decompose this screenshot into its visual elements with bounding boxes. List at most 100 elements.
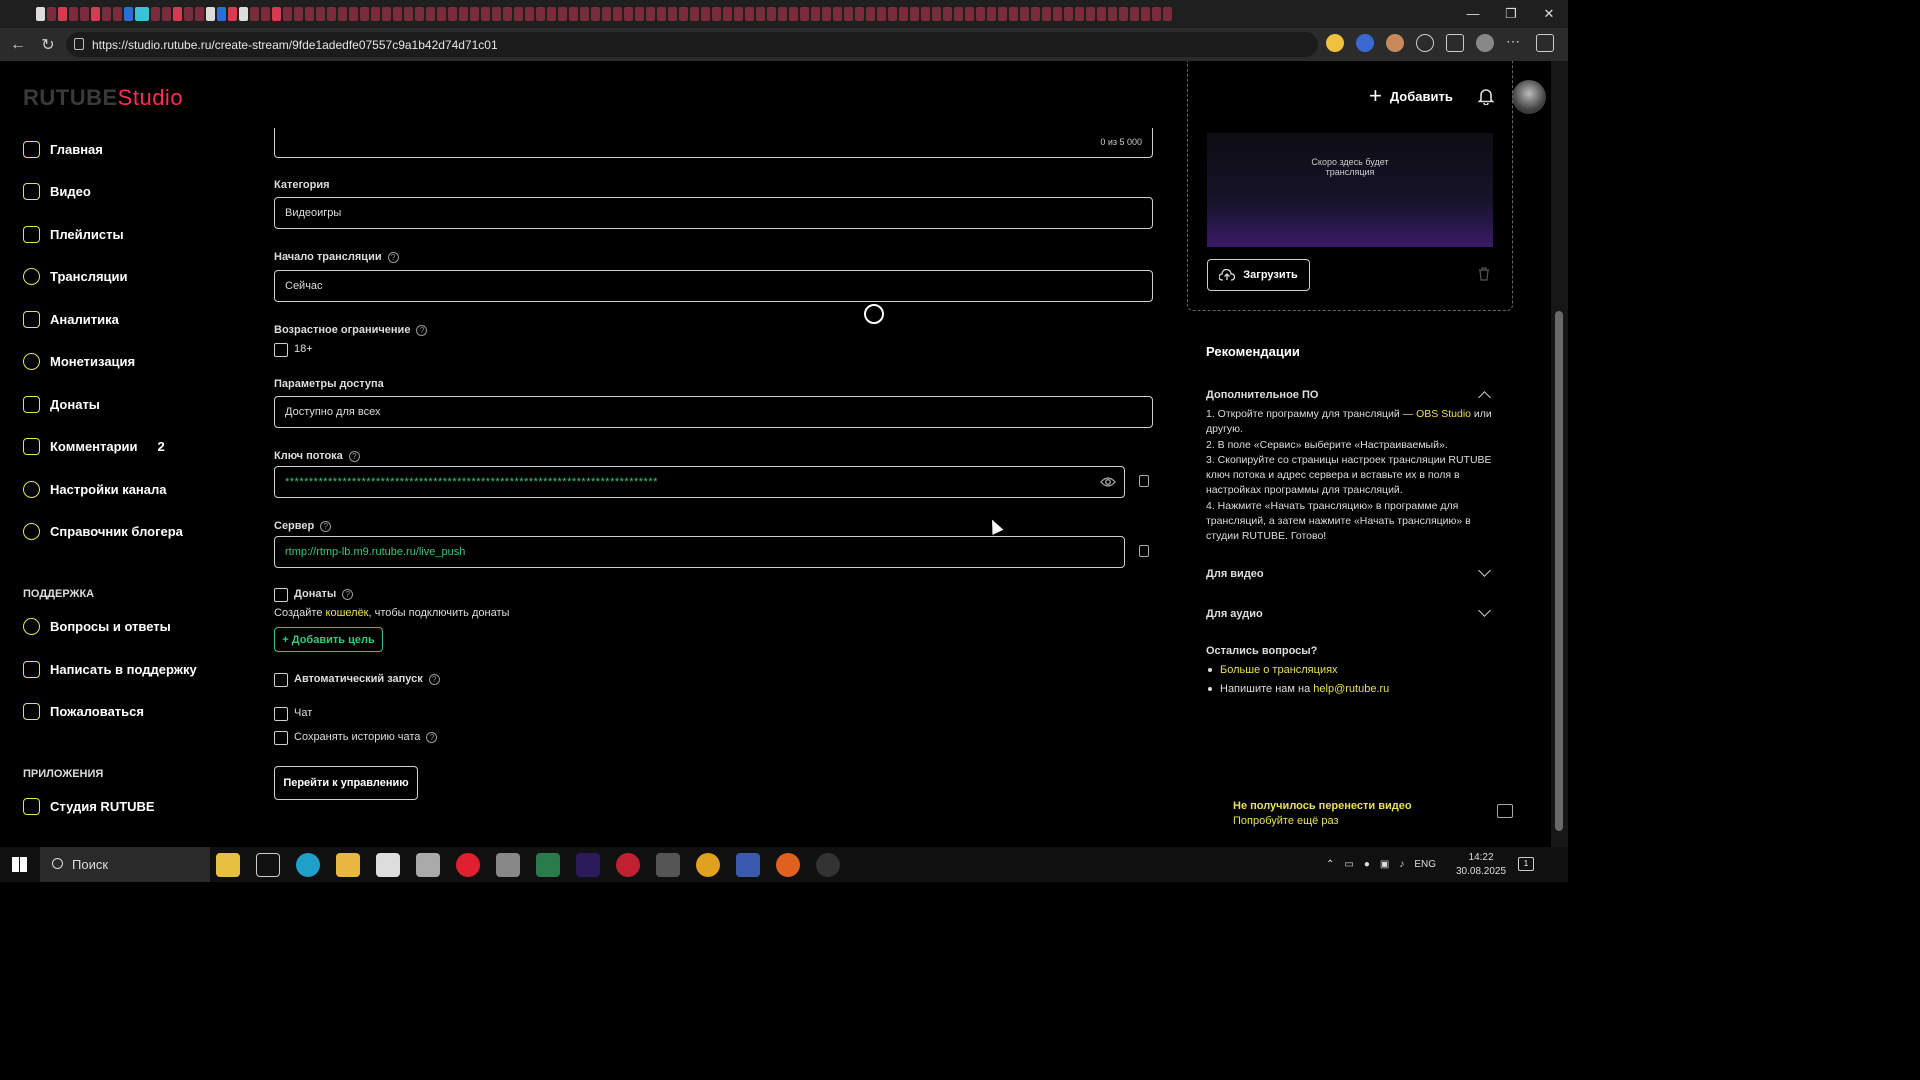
browser-tab-favicon[interactable] bbox=[426, 7, 435, 21]
address-bar[interactable]: https://studio.rutube.ru/create-stream/9… bbox=[66, 32, 1318, 57]
browser-tab-favicon[interactable] bbox=[135, 7, 149, 21]
browser-tab-favicon[interactable] bbox=[921, 7, 930, 21]
browser-tab-favicon[interactable] bbox=[102, 7, 111, 21]
browser-tab-favicon[interactable] bbox=[657, 7, 666, 21]
browser-tab-favicon[interactable] bbox=[1130, 7, 1139, 21]
age-18-checkbox[interactable] bbox=[274, 343, 288, 357]
browser-tab-favicon[interactable] bbox=[80, 7, 89, 21]
category-select[interactable]: Видеоигры bbox=[274, 197, 1153, 229]
browser-tab-favicon[interactable] bbox=[36, 7, 45, 21]
browser-tab-favicon[interactable] bbox=[206, 7, 215, 21]
browser-tab-favicon[interactable] bbox=[503, 7, 512, 21]
browser-tab-favicon[interactable] bbox=[624, 7, 633, 21]
browser-tab-favicon[interactable] bbox=[800, 7, 809, 21]
donations-checkbox[interactable] bbox=[274, 588, 288, 602]
profile-icon[interactable] bbox=[1476, 34, 1494, 52]
browser-tab-favicon[interactable] bbox=[415, 7, 424, 21]
copy-key-icon[interactable] bbox=[1139, 475, 1149, 487]
browser-tab-favicon[interactable] bbox=[1009, 7, 1018, 21]
help-icon[interactable]: ? bbox=[426, 731, 438, 743]
sidebar-item-report[interactable]: Пожаловаться bbox=[23, 703, 144, 720]
browser-tab-favicon[interactable] bbox=[1119, 7, 1128, 21]
browser-tab-favicon[interactable] bbox=[987, 7, 996, 21]
browser-tab-favicon[interactable] bbox=[228, 7, 237, 21]
browser-tab-favicon[interactable] bbox=[283, 7, 292, 21]
sidebar-item-faq[interactable]: Вопросы и ответы bbox=[23, 618, 171, 635]
manage-button[interactable]: Перейти к управлению bbox=[274, 766, 418, 800]
browser-tab-favicon[interactable] bbox=[294, 7, 303, 21]
browser-tab-favicon[interactable] bbox=[1097, 7, 1106, 21]
video-accordion-title[interactable]: Для видео bbox=[1206, 568, 1264, 580]
browser-tab-favicon[interactable] bbox=[349, 7, 358, 21]
browser-tab-favicon[interactable] bbox=[866, 7, 875, 21]
app-icon[interactable] bbox=[736, 853, 760, 877]
browser-tab-favicon[interactable] bbox=[998, 7, 1007, 21]
browser-tab-favicon[interactable] bbox=[1053, 7, 1062, 21]
browser-tab-favicon[interactable] bbox=[602, 7, 611, 21]
browser-tab-favicon[interactable] bbox=[646, 7, 655, 21]
browser-tab-favicon[interactable] bbox=[1042, 7, 1051, 21]
eye-icon[interactable] bbox=[1100, 476, 1116, 488]
browser-tab-favicon[interactable] bbox=[855, 7, 864, 21]
browser-tab-favicon[interactable] bbox=[173, 7, 182, 21]
browser-tab-favicon[interactable] bbox=[745, 7, 754, 21]
taskbar-search[interactable]: Поиск bbox=[40, 847, 210, 882]
logo[interactable]: RUTUBEStudio bbox=[23, 85, 183, 111]
access-select[interactable]: Доступно для всех bbox=[274, 396, 1153, 428]
browser-tab-favicon[interactable] bbox=[558, 7, 567, 21]
restore-icon[interactable]: ❐ bbox=[1492, 0, 1530, 28]
notifications-icon[interactable]: 1 bbox=[1518, 857, 1534, 871]
browser-tab-favicon[interactable] bbox=[261, 7, 270, 21]
browser-tab-favicon[interactable] bbox=[976, 7, 985, 21]
description-textarea[interactable]: 0 из 5 000 bbox=[274, 128, 1153, 158]
premiere-icon[interactable] bbox=[576, 853, 600, 877]
browser-tab-favicon[interactable] bbox=[536, 7, 545, 21]
sidebar-item-write-support[interactable]: Написать в поддержку bbox=[23, 661, 197, 678]
autostart-checkbox[interactable] bbox=[274, 673, 288, 687]
browser-tab-favicon[interactable] bbox=[514, 7, 523, 21]
browser-tab-favicon[interactable] bbox=[492, 7, 501, 21]
edge-icon[interactable] bbox=[296, 853, 320, 877]
extension-icon[interactable] bbox=[1386, 34, 1404, 52]
chevron-down-icon[interactable] bbox=[1478, 604, 1491, 617]
browser-tab-favicon[interactable] bbox=[382, 7, 391, 21]
chrome-icon[interactable] bbox=[696, 853, 720, 877]
browser-tab-favicon[interactable] bbox=[723, 7, 732, 21]
sidebar-item-blogger-guide[interactable]: Справочник блогера bbox=[23, 523, 183, 540]
browser-tab-favicon[interactable] bbox=[965, 7, 974, 21]
browser-tab-favicon[interactable] bbox=[569, 7, 578, 21]
favorites-icon[interactable] bbox=[1446, 34, 1464, 52]
browser-tab-favicon[interactable] bbox=[547, 7, 556, 21]
browser-tab-favicon[interactable] bbox=[91, 7, 100, 21]
trash-icon[interactable] bbox=[1478, 267, 1490, 281]
help-icon[interactable]: ? bbox=[387, 251, 399, 263]
mic-icon[interactable]: ● bbox=[1364, 859, 1370, 870]
browser-tab-favicon[interactable] bbox=[459, 7, 468, 21]
browser-tab-favicon[interactable] bbox=[580, 7, 589, 21]
browser-tab-favicon[interactable] bbox=[47, 7, 56, 21]
browser-tab-favicon[interactable] bbox=[371, 7, 380, 21]
browser-tab-favicon[interactable] bbox=[877, 7, 886, 21]
folder-icon[interactable] bbox=[336, 853, 360, 877]
browser-tab-favicon[interactable] bbox=[591, 7, 600, 21]
add-goal-button[interactable]: + Добавить цель bbox=[274, 627, 383, 652]
browser-tab-favicon[interactable] bbox=[888, 7, 897, 21]
chat-checkbox[interactable] bbox=[274, 707, 288, 721]
menu-icon[interactable]: ⋯ bbox=[1506, 34, 1524, 52]
browser-tab-favicon[interactable] bbox=[250, 7, 259, 21]
help-icon[interactable]: ? bbox=[342, 588, 354, 600]
browser-tab-favicon[interactable] bbox=[316, 7, 325, 21]
browser-tab-favicon[interactable] bbox=[239, 7, 248, 21]
browser-tab-favicon[interactable] bbox=[360, 7, 369, 21]
sidebar-item-donations[interactable]: Донаты bbox=[23, 396, 100, 413]
browser-tab-favicon[interactable] bbox=[954, 7, 963, 21]
browser-tab-favicon[interactable] bbox=[272, 7, 281, 21]
browser-tab-favicon[interactable] bbox=[1163, 7, 1172, 21]
audio-accordion-title[interactable]: Для аудио bbox=[1206, 608, 1263, 620]
browser-tab-favicon[interactable] bbox=[448, 7, 457, 21]
browser-tab-favicon[interactable] bbox=[1075, 7, 1084, 21]
store-icon[interactable] bbox=[376, 853, 400, 877]
sidebar-item-channel-settings[interactable]: Настройки канала bbox=[23, 481, 167, 498]
browser-tab-favicon[interactable] bbox=[844, 7, 853, 21]
puzzle-icon[interactable] bbox=[1416, 34, 1434, 52]
